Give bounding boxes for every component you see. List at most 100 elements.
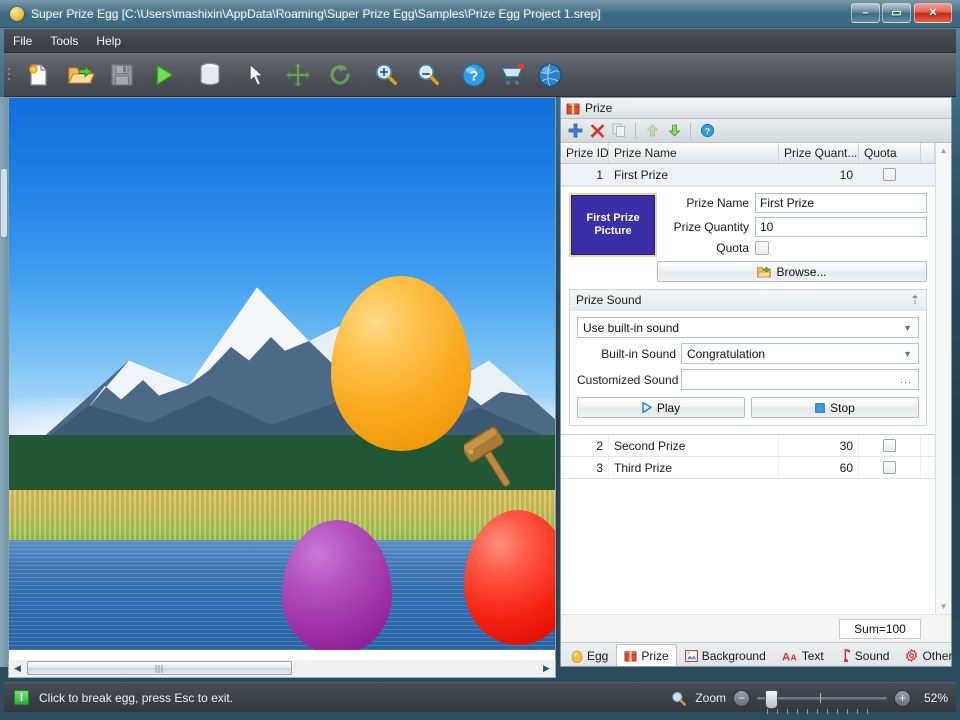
select-tool-button[interactable] bbox=[238, 57, 274, 93]
zoom-percent: 52% bbox=[923, 691, 948, 705]
column-prize-name[interactable]: Prize Name bbox=[609, 143, 779, 163]
quota-checkbox[interactable] bbox=[883, 168, 896, 181]
table-row[interactable]: 3 Third Prize 60 bbox=[561, 457, 935, 479]
tab-text[interactable]: A A Text bbox=[774, 644, 832, 666]
sound-mode-select[interactable]: Use built-in sound ▼ bbox=[577, 317, 919, 338]
open-project-button[interactable] bbox=[62, 57, 98, 93]
prize-name-input[interactable]: First Prize bbox=[755, 193, 927, 213]
move-up-button[interactable] bbox=[642, 121, 662, 141]
minimize-button[interactable]: – bbox=[851, 3, 880, 23]
table-row[interactable]: 2 Second Prize 30 bbox=[561, 435, 935, 457]
customized-sound-row: Customized Sound ... bbox=[577, 369, 919, 390]
quota-checkbox[interactable] bbox=[755, 241, 769, 255]
quota-checkbox[interactable] bbox=[883, 461, 896, 474]
zoom-slider-ticks bbox=[767, 708, 877, 714]
cell-prize-quantity: 60 bbox=[779, 457, 859, 478]
cell-filler bbox=[921, 435, 935, 456]
tab-background[interactable]: Background bbox=[677, 644, 774, 666]
builtin-sound-value: Congratulation bbox=[687, 346, 766, 361]
move-tool-button[interactable] bbox=[280, 57, 316, 93]
toolbar-grip[interactable] bbox=[8, 68, 11, 83]
title-bar[interactable]: Super Prize Egg [C:\Users\mashixin\AppDa… bbox=[0, 0, 960, 28]
copy-prize-button[interactable] bbox=[609, 121, 629, 141]
hammer-cursor bbox=[464, 426, 511, 487]
prize-help-button[interactable]: ? bbox=[697, 121, 717, 141]
delete-prize-button[interactable] bbox=[587, 121, 607, 141]
tab-prize-label: Prize bbox=[641, 648, 669, 663]
tab-background-label: Background bbox=[701, 648, 766, 663]
play-triangle-icon bbox=[156, 64, 174, 86]
add-prize-button[interactable] bbox=[565, 121, 585, 141]
tab-prize[interactable]: Prize bbox=[616, 644, 677, 666]
builtin-sound-label: Built-in Sound bbox=[601, 346, 676, 361]
prize-quantity-row: Prize Quantity 10 bbox=[667, 217, 927, 237]
prize-picture-preview[interactable]: First Prize Picture bbox=[569, 193, 657, 257]
stop-sound-button[interactable]: Stop bbox=[751, 397, 919, 418]
zoom-slider-center-tick bbox=[820, 692, 821, 703]
builtin-sound-select[interactable]: Congratulation ▼ bbox=[681, 343, 919, 364]
rotate-tool-button[interactable] bbox=[322, 57, 358, 93]
save-project-button[interactable] bbox=[104, 57, 140, 93]
grid-vertical-scrollbar[interactable]: ▲ ▼ bbox=[935, 143, 951, 614]
new-project-button[interactable] bbox=[20, 57, 56, 93]
question-circle-icon: ? bbox=[700, 123, 714, 138]
prize-panel: Prize ? Prize ID Prize Name Prize Quant.… bbox=[560, 97, 952, 667]
canvas-vscroll-thumb[interactable] bbox=[1, 169, 7, 237]
column-prize-id[interactable]: Prize ID bbox=[561, 143, 609, 163]
cell-quota[interactable] bbox=[859, 457, 921, 478]
prize-sound-group: Prize Sound ⇡ Use built-in sound ▼ Built… bbox=[569, 289, 927, 426]
maximize-button[interactable]: ▭ bbox=[882, 3, 911, 23]
prize-sound-header[interactable]: Prize Sound ⇡ bbox=[570, 290, 926, 311]
design-canvas[interactable] bbox=[8, 97, 556, 667]
zoom-out-button[interactable]: − bbox=[733, 689, 750, 707]
close-button[interactable]: ✕ bbox=[914, 3, 952, 23]
cell-quota[interactable] bbox=[859, 164, 921, 185]
prize-picture-line1: First Prize bbox=[586, 212, 640, 224]
chevron-up-double-icon[interactable]: ⇡ bbox=[910, 293, 920, 307]
minimize-icon: – bbox=[862, 7, 869, 19]
tab-egg[interactable]: Egg bbox=[563, 644, 616, 666]
run-button[interactable] bbox=[146, 57, 182, 93]
zoom-in-button[interactable]: + bbox=[894, 689, 911, 707]
scroll-down-icon[interactable]: ▼ bbox=[936, 599, 951, 614]
menu-help[interactable]: Help bbox=[87, 29, 130, 53]
play-sound-button[interactable]: Play bbox=[577, 397, 745, 418]
customized-sound-input[interactable]: ... bbox=[681, 369, 919, 390]
builtin-sound-row: Built-in Sound Congratulation ▼ bbox=[577, 343, 919, 364]
table-row[interactable]: 1 First Prize 10 bbox=[561, 164, 935, 186]
tab-sound[interactable]: Sound bbox=[832, 644, 898, 666]
column-quota[interactable]: Quota bbox=[859, 143, 921, 163]
scroll-up-icon[interactable]: ▲ bbox=[936, 143, 951, 158]
buy-button[interactable] bbox=[494, 57, 530, 93]
database-button[interactable] bbox=[192, 57, 228, 93]
sum-value: Sum=100 bbox=[839, 619, 921, 639]
cell-prize-id: 1 bbox=[561, 164, 609, 185]
website-button[interactable] bbox=[532, 57, 568, 93]
scroll-right-icon[interactable]: ▶ bbox=[538, 660, 555, 676]
column-prize-quantity[interactable]: Prize Quant... bbox=[779, 143, 859, 163]
cell-prize-quantity: 30 bbox=[779, 435, 859, 456]
zoom-slider-thumb[interactable] bbox=[765, 689, 778, 709]
zoom-slider[interactable] bbox=[757, 689, 887, 714]
magnifier-plus-icon bbox=[375, 63, 397, 85]
menu-tools[interactable]: Tools bbox=[41, 29, 87, 53]
help-button[interactable]: ? bbox=[456, 57, 492, 93]
prize-grid-header: Prize ID Prize Name Prize Quant... Quota bbox=[561, 143, 935, 164]
scroll-left-icon[interactable]: ◀ bbox=[9, 660, 26, 676]
prize-quantity-input[interactable]: 10 bbox=[755, 217, 927, 237]
tab-other[interactable]: Other bbox=[897, 644, 960, 666]
toolbar-separator bbox=[448, 61, 449, 89]
toolbar-separator bbox=[138, 61, 139, 89]
canvas-vertical-scrollbar[interactable] bbox=[0, 97, 8, 667]
arrow-cursor-icon bbox=[249, 63, 264, 86]
cell-quota[interactable] bbox=[859, 435, 921, 456]
menu-file[interactable]: File bbox=[4, 29, 41, 53]
move-down-button[interactable] bbox=[664, 121, 684, 141]
browse-button[interactable]: Browse... bbox=[657, 261, 927, 282]
canvas-horizontal-scrollbar[interactable]: ◀ ▶ bbox=[8, 660, 556, 678]
quota-checkbox[interactable] bbox=[883, 439, 896, 452]
canvas-hscroll-thumb[interactable] bbox=[27, 661, 292, 675]
zoom-out-button[interactable] bbox=[410, 57, 446, 93]
zoom-in-button[interactable] bbox=[368, 57, 404, 93]
ellipsis-browse-icon[interactable]: ... bbox=[900, 374, 912, 386]
